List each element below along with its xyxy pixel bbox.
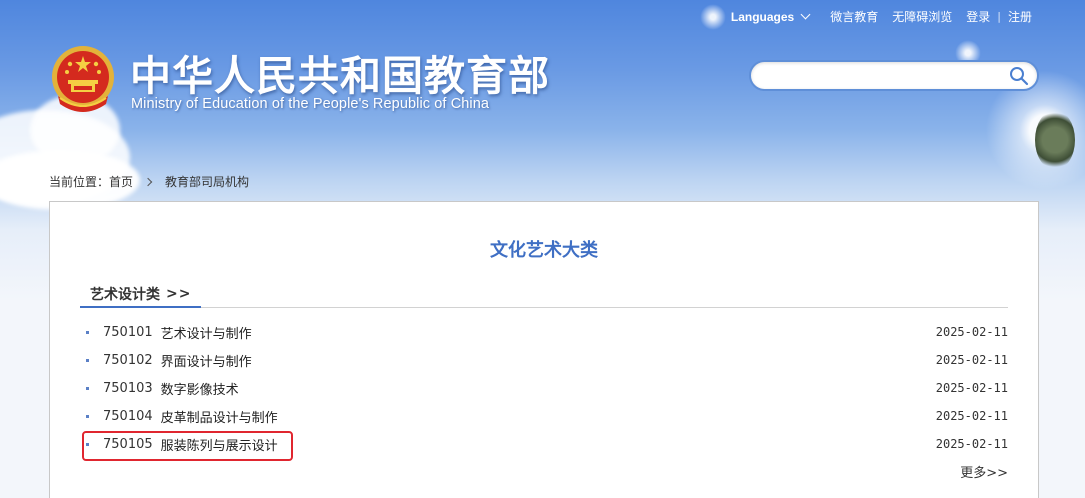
search-box	[749, 60, 1039, 91]
item-code[interactable]: 750102	[103, 353, 153, 368]
dandelion-decoration	[1035, 110, 1075, 170]
item-title[interactable]: 服装陈列与展示设计	[161, 435, 278, 454]
item-title[interactable]: 皮革制品设计与制作	[161, 407, 278, 426]
bullet-icon	[86, 442, 89, 446]
accessibility-link[interactable]: 无障碍浏览	[892, 8, 952, 25]
search-icon[interactable]	[1009, 66, 1029, 86]
section-more-symbol[interactable]: >>	[166, 286, 191, 302]
more-link[interactable]: 更多>>	[960, 462, 1008, 481]
breadcrumb: 当前位置： 首页 教育部司局机构	[49, 173, 249, 190]
list-item-highlighted[interactable]: 750105 服装陈列与展示设计 2025-02-11	[80, 430, 1008, 461]
site-title-cn[interactable]: 中华人民共和国教育部	[130, 42, 550, 102]
item-date: 2025-02-11	[935, 437, 1008, 451]
content-panel: 文化艺术大类 艺术设计类 >> 750101 艺术设计与制作 2025-02-1…	[49, 201, 1039, 498]
list-item[interactable]: 750101 艺术设计与制作 2025-02-11	[80, 318, 1008, 346]
item-title[interactable]: 数字影像技术	[161, 379, 239, 398]
languages-dropdown[interactable]: Languages	[731, 10, 794, 24]
section-title[interactable]: 艺术设计类	[90, 284, 160, 304]
breadcrumb-label: 当前位置：	[49, 175, 110, 189]
item-title[interactable]: 界面设计与制作	[161, 351, 252, 370]
bullet-icon	[86, 386, 89, 390]
list-item[interactable]: 750104 皮革制品设计与制作 2025-02-11	[80, 402, 1008, 430]
list-item[interactable]: 750103 数字影像技术 2025-02-11	[80, 374, 1008, 402]
chevron-right-icon	[143, 177, 153, 186]
bullet-icon	[86, 330, 89, 334]
search-input[interactable]	[765, 62, 1005, 89]
site-title-en[interactable]: Ministry of Education of the People's Re…	[131, 96, 489, 112]
bullet-icon	[86, 358, 89, 362]
item-title[interactable]: 艺术设计与制作	[161, 323, 252, 342]
bullet-icon	[86, 414, 89, 418]
top-nav: Languages 微言教育 无障碍浏览 登录 | 注册	[731, 8, 1039, 25]
section-tab[interactable]: 艺术设计类 >>	[80, 282, 202, 308]
section-header: 艺术设计类 >>	[80, 282, 1008, 308]
nav-separator: |	[997, 10, 1001, 23]
item-date: 2025-02-11	[935, 381, 1008, 395]
list-item[interactable]: 750102 界面设计与制作 2025-02-11	[80, 346, 1008, 374]
sparkle-decoration	[700, 4, 726, 30]
chevron-down-icon[interactable]	[800, 9, 811, 20]
weiyan-education-link[interactable]: 微言教育	[830, 8, 878, 25]
item-code[interactable]: 750103	[103, 381, 153, 396]
item-code[interactable]: 750105	[103, 437, 153, 452]
register-link[interactable]: 注册	[1008, 8, 1032, 25]
login-link[interactable]: 登录	[966, 8, 990, 25]
article-list: 750101 艺术设计与制作 2025-02-11 750102 界面设计与制作…	[80, 318, 1008, 461]
breadcrumb-home[interactable]: 首页	[109, 173, 133, 190]
item-date: 2025-02-11	[935, 325, 1008, 339]
item-date: 2025-02-11	[935, 353, 1008, 367]
item-code[interactable]: 750101	[103, 325, 153, 340]
page-title: 文化艺术大类	[490, 240, 598, 261]
national-emblem-icon[interactable]	[50, 44, 116, 114]
breadcrumb-department[interactable]: 教育部司局机构	[165, 173, 249, 190]
item-date: 2025-02-11	[935, 409, 1008, 423]
item-code[interactable]: 750104	[103, 409, 153, 424]
